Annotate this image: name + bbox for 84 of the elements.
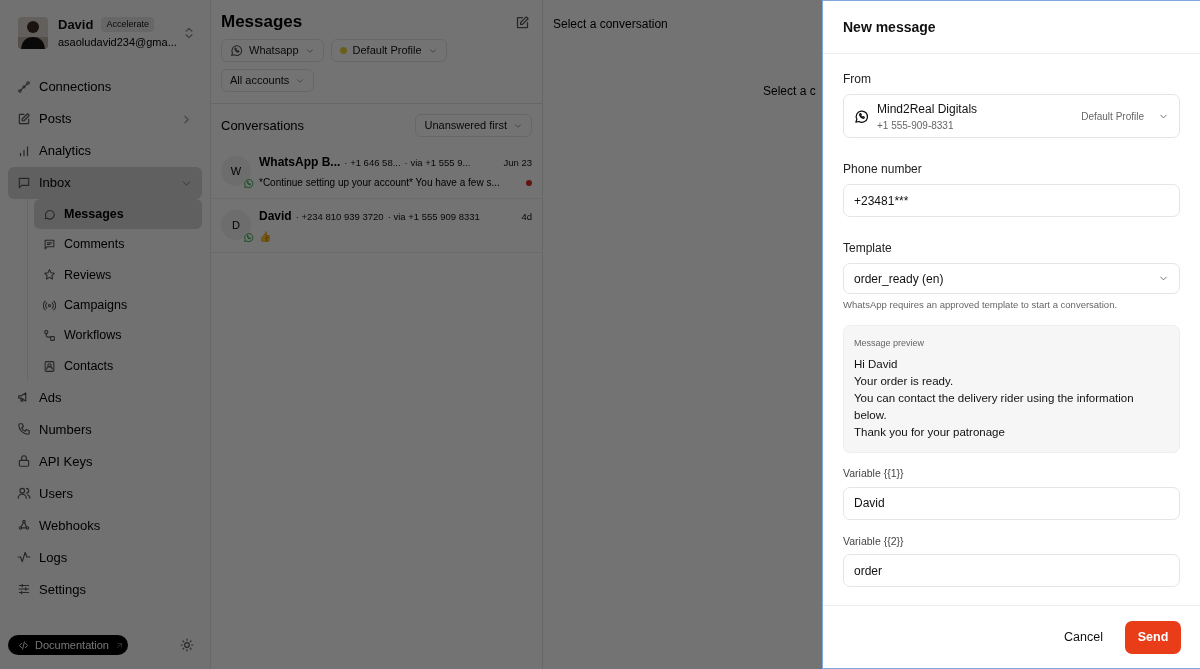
workflow-icon [43, 329, 56, 343]
nav-subitem[interactable]: Reviews [34, 259, 202, 291]
field-label: Template [843, 240, 893, 257]
message-time: 4d [521, 210, 532, 224]
nav-item[interactable]: Logs [8, 541, 202, 574]
account-name: David [58, 15, 94, 34]
filter-dropdown[interactable]: Whatsapp [221, 39, 324, 62]
nav-subitem[interactable]: Workflows [34, 320, 202, 351]
contact-phone: · +234 810 939 3720 [295, 210, 384, 224]
contact-name: WhatsApp B... [259, 154, 341, 171]
nav-item[interactable]: Numbers [8, 413, 202, 446]
nav-item[interactable]: Settings [8, 573, 202, 606]
sliders-icon [17, 582, 31, 597]
via-number: · via +1 555 9... [404, 156, 471, 170]
input-field[interactable]: order [843, 554, 1180, 588]
sort-dropdown[interactable]: Unanswered first [415, 114, 532, 137]
nav-subitem[interactable]: Comments [34, 229, 202, 260]
contact-name: David [259, 208, 292, 225]
profile-name: Default Profile [1081, 109, 1144, 124]
external-link-icon [115, 640, 124, 650]
cancel-button[interactable]: Cancel [1060, 619, 1107, 655]
nav-subitem[interactable]: Messages [34, 199, 202, 230]
lock-icon [17, 454, 31, 469]
bar-chart-icon [17, 144, 31, 158]
template-select[interactable]: order_ready (en) [843, 263, 1180, 294]
avatar-initial: W [230, 163, 242, 179]
nav-item[interactable]: Connections [8, 71, 202, 103]
nav-item[interactable]: API Keys [8, 445, 202, 478]
plan-badge: Accelerate [101, 16, 154, 32]
filter-dropdown[interactable]: Default Profile [330, 39, 447, 62]
field-label: Phone number [843, 161, 923, 178]
whatsapp-icon [230, 44, 243, 57]
nav-item[interactable]: Inbox [8, 167, 202, 199]
nav-subitem[interactable]: Contacts [34, 350, 202, 382]
nav-item[interactable]: Ads [8, 381, 202, 414]
conversation-row[interactable]: W WhatsApp B... · +1 646 58... · via +1 555 9... Jun 23 *Continue setting up your account* You have a few s... [211, 145, 542, 199]
message-preview: *Continue setting up your account* You have a few s... [259, 176, 500, 190]
nav-subitem[interactable]: Campaigns [34, 290, 202, 321]
avatar-initial: D [232, 217, 240, 233]
contact-phone: · +1 646 58... [344, 156, 401, 170]
preview-label: Message preview [854, 337, 926, 351]
pane-header: Select a conversation [553, 17, 668, 31]
section-title: Conversations [221, 116, 305, 135]
field-label: From [843, 71, 872, 88]
nav-item[interactable]: Posts [8, 103, 202, 135]
activity-icon [17, 550, 31, 565]
chat-icon [17, 176, 31, 190]
message-preview: 👍 [259, 230, 271, 244]
field-label: Variable {{2}} [843, 533, 905, 549]
broadcast-icon [43, 298, 56, 312]
phone-icon [17, 422, 31, 437]
whatsapp-icon [243, 232, 254, 243]
account-name: Mind2Real Digitals [877, 100, 979, 118]
nav-item[interactable]: Webhooks [8, 509, 202, 542]
panel-title: New message [843, 17, 936, 37]
users-icon [17, 486, 31, 501]
whatsapp-icon [243, 178, 254, 189]
nav-item[interactable]: Analytics [8, 135, 202, 167]
star-icon [43, 268, 56, 282]
empty-state-text: Select a c [763, 84, 816, 98]
message-time: Jun 23 [503, 156, 532, 170]
webhook-icon [17, 518, 31, 533]
compose-icon[interactable] [515, 14, 530, 30]
send-button[interactable]: Send [1125, 620, 1181, 654]
edit-icon [17, 112, 31, 126]
field-label: Variable {{1}} [843, 465, 905, 481]
nav-item[interactable]: Users [8, 477, 202, 510]
comment-icon [43, 238, 56, 252]
sun-icon[interactable] [180, 638, 194, 652]
page-title: Messages [221, 12, 303, 32]
via-number: · via +1 555 909 8331 [387, 210, 480, 224]
link-icon [17, 80, 31, 94]
input-field[interactable]: +23481*** [843, 184, 1180, 217]
conversation-row[interactable]: D David · +234 810 939 3720 · via +1 555 909 8331 4d 👍 [211, 199, 542, 253]
code-icon [18, 639, 29, 651]
filter-dropdown[interactable]: All accounts [221, 69, 315, 92]
help-text: WhatsApp requires an approved template to start a conversation. [843, 298, 1119, 312]
whatsapp-icon [854, 108, 869, 124]
documentation-button[interactable]: Documentation [8, 635, 128, 655]
account-phone: +1 555-909-8331 [877, 118, 955, 133]
from-selector[interactable]: Mind2Real Digitals +1 555-909-8331 Default Profile [843, 94, 1180, 138]
contact-icon [43, 359, 56, 373]
preview-message: Hi David Your order is ready. You can contact the delivery rider using the information below. Thank you for your patronage [854, 356, 1135, 440]
input-field[interactable]: David [843, 486, 1180, 520]
